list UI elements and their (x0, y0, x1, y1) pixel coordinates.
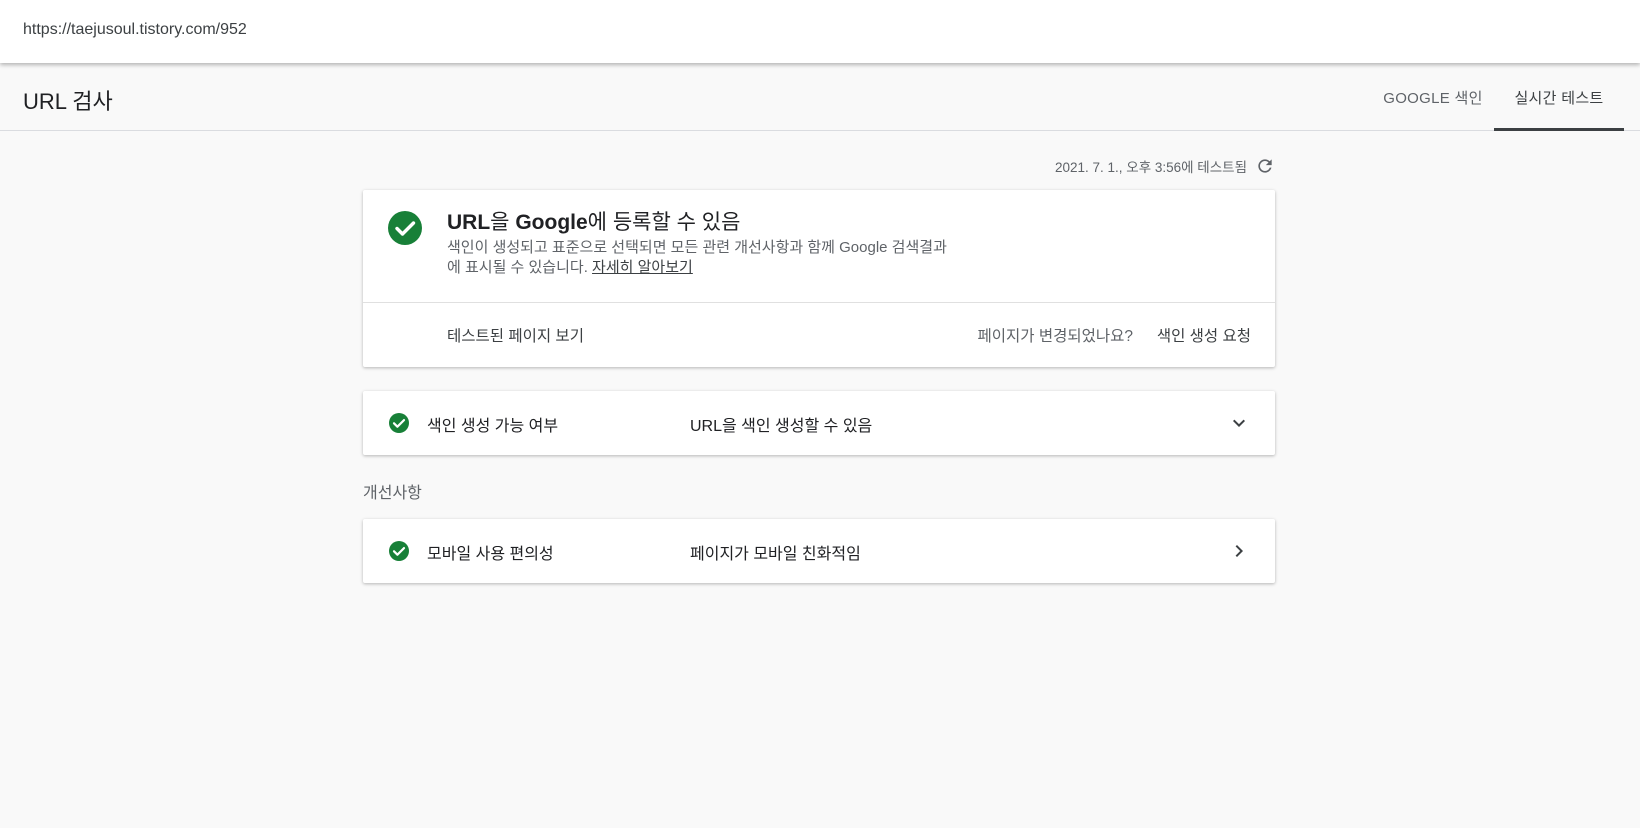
check-circle-icon (387, 210, 423, 246)
page-changed-text: 페이지가 변경되었나요? (977, 328, 1133, 345)
view-tested-page-button[interactable]: 테스트된 페이지 보기 (447, 324, 584, 346)
result-title-url: URL (447, 211, 491, 234)
enhancements-section-label: 개선사항 (363, 485, 422, 502)
result-desc-line2: 에 표시될 수 있습니다. (447, 259, 588, 276)
test-timestamp: 2021. 7. 1., 오후 3:56에 테스트됨 (1054, 160, 1247, 175)
test-timestamp-row: 2021. 7. 1., 오후 3:56에 테스트됨 (940, 156, 1275, 176)
mobile-usability-label: 모바일 사용 편의성 (427, 546, 554, 563)
result-title-text2: 에 등록할 수 있음 (587, 211, 741, 234)
indexability-value: URL을 색인 생성할 수 있음 (690, 418, 873, 435)
indexability-label: 색인 생성 가능 여부 (427, 418, 559, 435)
page-header: URL 검사 GOOGLE 색인 실시간 테스트 (0, 63, 1640, 131)
url-text[interactable]: https://taejusoul.tistory.com/952 (23, 21, 247, 39)
check-circle-icon (388, 540, 410, 562)
result-title-text1: 을 (490, 211, 516, 234)
url-bar[interactable]: https://taejusoul.tistory.com/952 (0, 0, 1640, 63)
active-tab-indicator (1494, 128, 1624, 131)
refresh-icon[interactable] (1255, 156, 1275, 176)
result-title: URL을 Google에 등록할 수 있음 (447, 206, 740, 236)
tab-live-test[interactable]: 실시간 테스트 (1494, 63, 1624, 131)
result-description: 색인이 생성되고 표준으로 선택되면 모든 관련 개선사항과 함께 Google… (447, 238, 1037, 278)
request-indexing-button[interactable]: 색인 생성 요청 (1157, 324, 1251, 346)
result-title-google: Google (515, 211, 588, 234)
result-desc-line1: 색인이 생성되고 표준으로 선택되면 모든 관련 개선사항과 함께 Google… (447, 239, 947, 256)
result-card: URL을 Google에 등록할 수 있음 색인이 생성되고 표준으로 선택되면… (363, 190, 1275, 367)
tab-google-index[interactable]: GOOGLE 색인 (1368, 63, 1498, 131)
page-title: URL 검사 (23, 89, 113, 114)
indexability-row[interactable]: 색인 생성 가능 여부 URL을 색인 생성할 수 있음 (363, 391, 1275, 455)
chevron-right-icon[interactable] (1227, 539, 1251, 563)
mobile-usability-row[interactable]: 모바일 사용 편의성 페이지가 모바일 친화적임 (363, 519, 1275, 583)
chevron-down-icon[interactable] (1227, 411, 1251, 435)
tab-live-test-label: 실시간 테스트 (1514, 89, 1604, 107)
check-circle-icon (388, 412, 410, 434)
tab-google-index-label: GOOGLE 색인 (1383, 89, 1483, 107)
mobile-usability-value: 페이지가 모바일 친화적임 (690, 546, 861, 563)
learn-more-link[interactable]: 자세히 알아보기 (592, 259, 693, 276)
card-divider (363, 302, 1275, 303)
